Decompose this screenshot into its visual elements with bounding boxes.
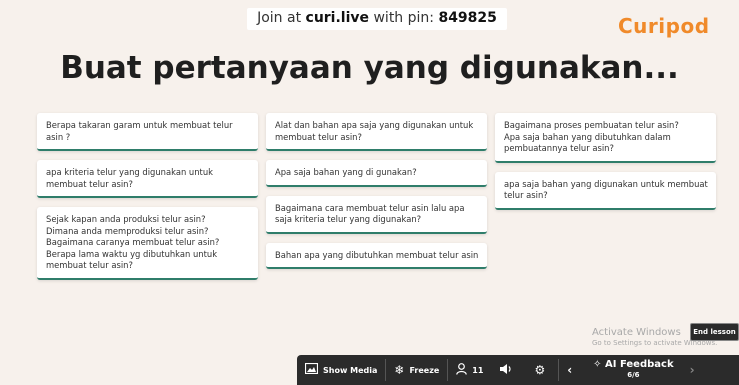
ai-feedback-label: AI Feedback (605, 359, 674, 370)
previous-slide-button[interactable]: ‹ (559, 355, 585, 385)
user-icon (456, 362, 468, 378)
answer-card[interactable]: apa saja bahan yang digunakan untuk memb… (495, 171, 716, 210)
answer-card[interactable]: apa kriteria telur yang digunakan untuk … (37, 160, 258, 198)
settings-button[interactable]: ⚙ (526, 355, 558, 385)
answer-card[interactable]: Berapa takaran garam untuk membuat telur… (37, 113, 258, 151)
show-media-button[interactable]: Show Media (297, 355, 385, 385)
ai-feedback-button[interactable]: ✧ AI Feedback 6/6 (585, 355, 681, 385)
answer-card[interactable]: Apa saja bahan yang di gunakan? (266, 160, 487, 187)
page-title: Buat pertanyaan yang digunakan... (60, 50, 679, 86)
curipod-logo: Curipod (618, 14, 710, 38)
answer-column-2: Alat dan bahan apa saja yang digunakan u… (266, 113, 487, 278)
slide-counter: 6/6 (627, 371, 640, 379)
freeze-label: Freeze (409, 365, 440, 375)
presenter-toolbar: Show Media ❄ Freeze 11 ⚙ ‹ ✧ AI Feedback… (297, 355, 739, 385)
image-icon (304, 362, 319, 377)
sparkle-icon: ✧ (593, 359, 606, 370)
participants-button[interactable]: 11 (448, 355, 491, 385)
join-pin: 849825 (438, 10, 497, 26)
chevron-right-icon: › (689, 363, 695, 377)
answer-card[interactable]: Bagaimana cara membuat telur asin lalu a… (266, 195, 487, 234)
answer-card[interactable]: Bagaimana proses pembuatan telur asin? A… (495, 113, 716, 163)
answer-column-3: Bagaimana proses pembuatan telur asin? A… (495, 113, 716, 219)
join-prefix: Join at (257, 10, 306, 26)
join-site: curi.live (305, 10, 370, 26)
join-banner: Join at curi.live with pin: 849825 (247, 8, 507, 30)
end-lesson-button[interactable]: End lesson (690, 323, 739, 341)
snowflake-icon: ❄ (394, 363, 405, 377)
join-middle: with pin: (369, 10, 439, 26)
gear-icon: ⚙ (534, 363, 546, 377)
speaker-icon (499, 363, 513, 378)
answer-card[interactable]: Bahan apa yang dibutuhkan membuat telur … (266, 242, 487, 269)
participant-count: 11 (472, 365, 484, 375)
sound-button[interactable] (491, 355, 526, 385)
show-media-label: Show Media (323, 365, 378, 375)
next-slide-button[interactable]: › (682, 355, 708, 385)
freeze-button[interactable]: ❄ Freeze (386, 355, 447, 385)
answer-column-1: Berapa takaran garam untuk membuat telur… (37, 113, 258, 289)
answer-card[interactable]: Alat dan bahan apa saja yang digunakan u… (266, 113, 487, 151)
answer-card[interactable]: Sejak kapan anda produksi telur asin? Di… (37, 207, 258, 280)
chevron-left-icon: ‹ (567, 363, 573, 377)
